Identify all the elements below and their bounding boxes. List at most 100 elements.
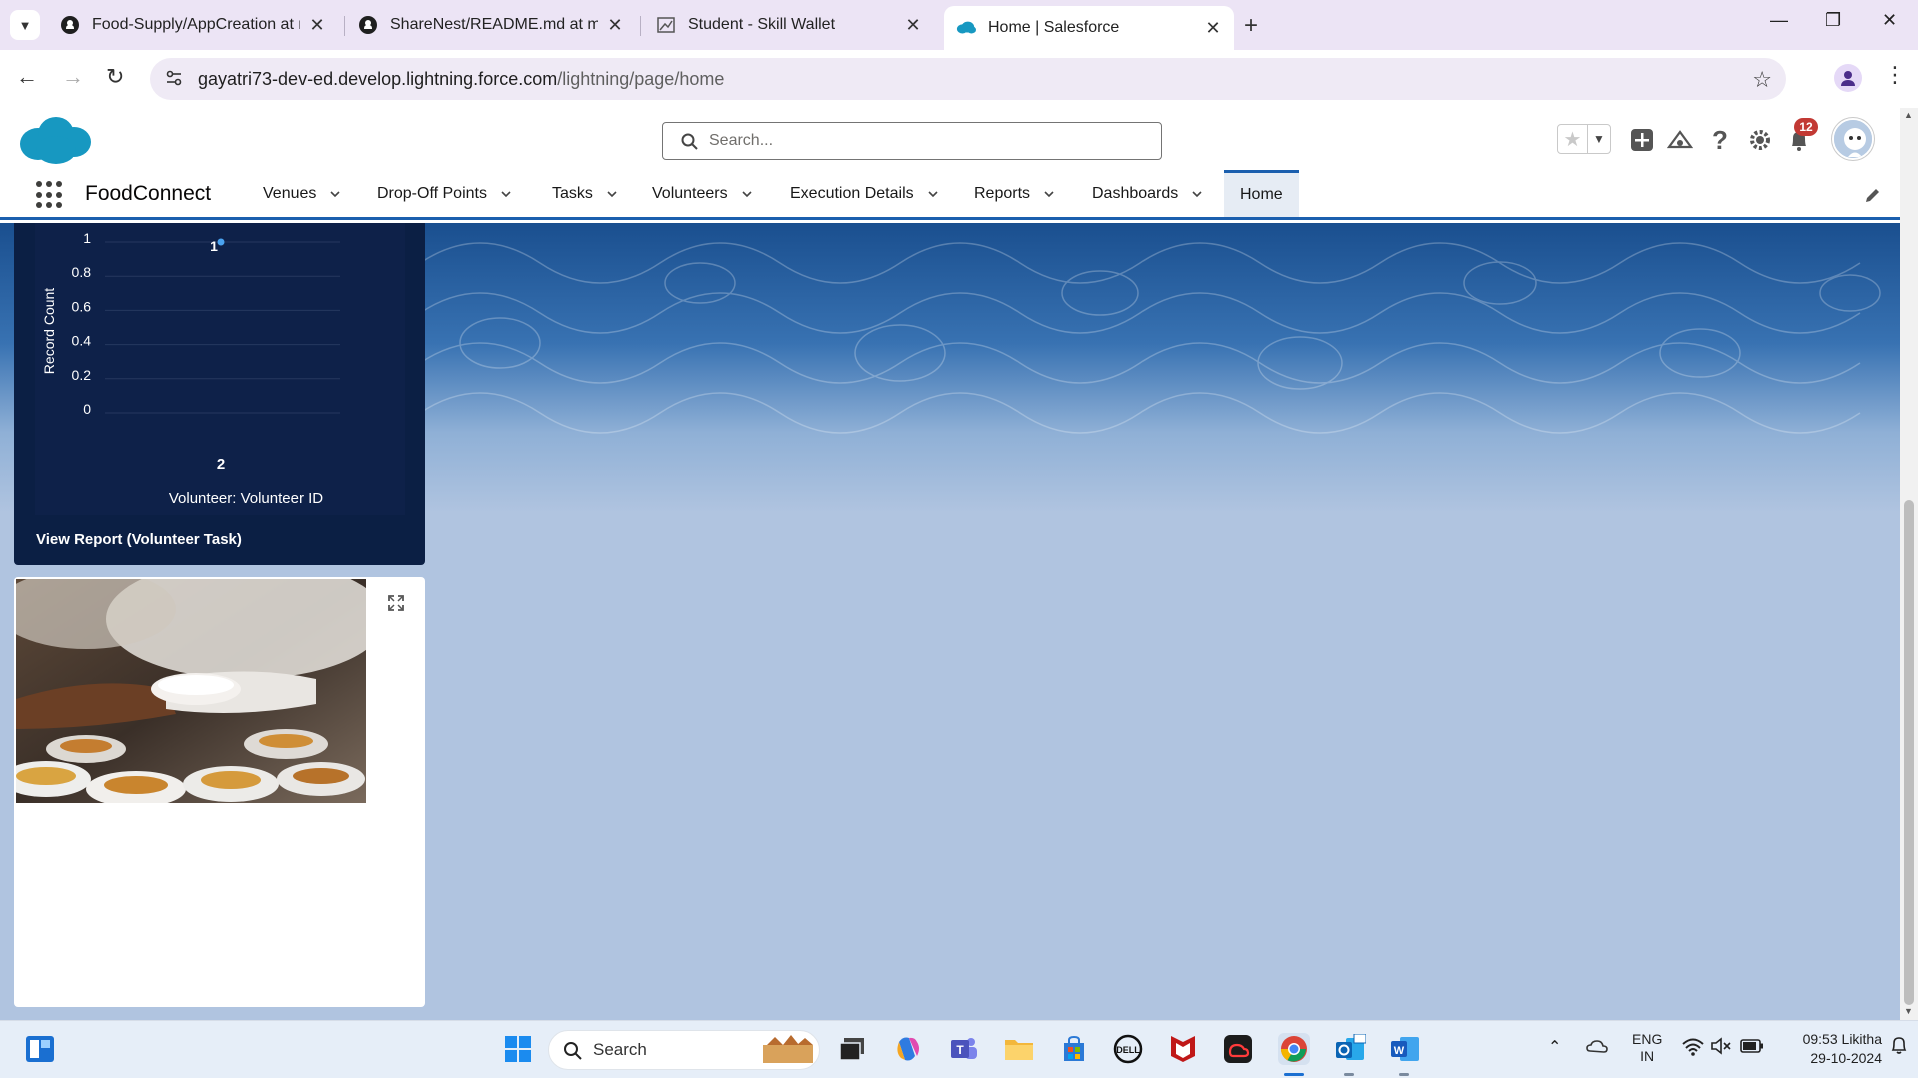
setup-gear-icon[interactable] [1746, 126, 1774, 154]
nav-item-execution-details[interactable]: Execution Details [790, 170, 938, 217]
close-tab-icon[interactable]: ✕ [308, 15, 326, 36]
browser-menu-icon[interactable]: ⋮ [1884, 62, 1906, 88]
teams-icon[interactable]: T [948, 1033, 980, 1065]
svg-text:W: W [1394, 1045, 1405, 1057]
file-explorer-icon[interactable] [1003, 1033, 1035, 1065]
nav-item-home[interactable]: Home [1224, 170, 1299, 217]
show-hidden-icons-chevron-up-icon[interactable]: ⌃ [1548, 1037, 1561, 1057]
dell-icon[interactable]: DELL [1112, 1033, 1144, 1065]
chevron-down-icon[interactable] [501, 189, 511, 199]
bookmark-star-icon[interactable]: ☆ [1752, 67, 1772, 93]
global-search-input[interactable]: Search... [662, 122, 1162, 160]
page-scrollbar[interactable]: ▲ ▼ [1900, 108, 1918, 1020]
taskbar-search-box[interactable]: Search [548, 1030, 820, 1070]
task-view-icon[interactable] [836, 1033, 868, 1065]
app-launcher-icon[interactable] [36, 181, 64, 209]
home-page-content: Record Count Volunteer: Volunteer ID 1 0.… [0, 223, 1900, 1020]
browser-tab-4-active[interactable]: Home | Salesforce ✕ [944, 6, 1234, 50]
widgets-icon[interactable] [24, 1033, 56, 1065]
reload-button[interactable]: ↻ [106, 64, 124, 90]
global-actions-add-icon[interactable] [1628, 126, 1656, 154]
scroll-up-arrow-icon[interactable]: ▲ [1904, 110, 1913, 120]
favorites-button[interactable]: ★ ▼ [1557, 124, 1611, 154]
browser-tab-2[interactable]: ShareNest/README.md at main ✕ [346, 6, 636, 44]
nav-item-label: Execution Details [790, 184, 914, 202]
copilot-icon[interactable] [892, 1033, 924, 1065]
browser-tab-1[interactable]: Food-Supply/AppCreation at m ✕ [48, 6, 338, 44]
nav-item-drop-off-points[interactable]: Drop-Off Points [377, 170, 511, 217]
favorite-star-icon[interactable]: ★ [1558, 125, 1588, 153]
close-tab-icon[interactable]: ✕ [904, 15, 922, 36]
browser-toolbar: ← → ↻ gayatri73-dev-ed.develop.lightning… [0, 50, 1918, 108]
edit-nav-pencil-icon[interactable] [1864, 186, 1882, 204]
y-tick-label: 0.8 [72, 264, 92, 280]
onedrive-sync-icon[interactable] [1586, 1037, 1608, 1060]
svg-text:T: T [956, 1043, 964, 1057]
close-tab-icon[interactable]: ✕ [1204, 18, 1222, 39]
salesforce-cloud-icon [956, 18, 976, 38]
chevron-down-icon[interactable] [330, 189, 340, 199]
scrollbar-thumb[interactable] [1904, 500, 1914, 1005]
tab-search-dropdown-button[interactable]: ▼ [10, 10, 40, 40]
back-button[interactable]: ← [16, 64, 38, 90]
user-avatar[interactable] [1832, 118, 1874, 160]
image-card [14, 577, 425, 1007]
creative-cloud-icon[interactable] [1222, 1033, 1254, 1065]
nav-item-reports[interactable]: Reports [974, 170, 1054, 217]
restore-window-button[interactable]: ❐ [1825, 10, 1841, 31]
notification-center-bell-icon[interactable] [1890, 1035, 1908, 1058]
microsoft-store-icon[interactable] [1058, 1033, 1090, 1065]
notification-count-badge: 12 [1794, 118, 1818, 136]
chevron-down-icon[interactable] [928, 189, 938, 199]
expand-icon[interactable] [388, 595, 404, 611]
y-tick-label: 1 [83, 230, 91, 246]
address-bar[interactable]: gayatri73-dev-ed.develop.lightning.force… [150, 58, 1786, 100]
chevron-down-icon[interactable] [607, 189, 617, 199]
profile-icon[interactable] [1834, 64, 1862, 92]
close-window-button[interactable]: ✕ [1882, 10, 1897, 31]
clock[interactable]: 09:53 Likitha 29-10-2024 [1778, 1030, 1882, 1068]
nav-item-label: Home [1240, 186, 1283, 203]
app-name: FoodConnect [85, 182, 212, 205]
trailhead-guidance-icon[interactable] [1666, 126, 1694, 154]
chevron-down-icon[interactable] [1044, 189, 1054, 199]
nav-item-dashboards[interactable]: Dashboards [1092, 170, 1202, 217]
data-point[interactable] [217, 238, 225, 246]
x-tick-label: 2 [217, 456, 225, 473]
chevron-down-icon[interactable] [1192, 189, 1202, 199]
report-chart[interactable]: Record Count Volunteer: Volunteer ID 1 0.… [35, 223, 405, 515]
chrome-icon[interactable] [1278, 1033, 1310, 1065]
volume-muted-icon[interactable] [1710, 1036, 1732, 1059]
y-tick-label: 0 [83, 401, 91, 417]
nav-item-label: Volunteers [652, 184, 728, 202]
outlook-icon[interactable] [1334, 1033, 1366, 1065]
nav-item-venues[interactable]: Venues [263, 170, 340, 217]
chrome-active-indicator [1284, 1073, 1304, 1076]
view-report-link[interactable]: View Report (Volunteer Task) [36, 531, 242, 548]
y-tick-label: 0.6 [72, 298, 92, 314]
salesforce-logo[interactable] [18, 114, 92, 166]
minimize-window-button[interactable]: — [1770, 10, 1788, 31]
mcafee-icon[interactable] [1167, 1033, 1199, 1065]
search-icon [681, 133, 698, 150]
scroll-down-arrow-icon[interactable]: ▼ [1904, 1006, 1913, 1016]
wifi-icon[interactable] [1682, 1037, 1704, 1060]
site-info-icon[interactable] [164, 68, 184, 88]
word-icon[interactable]: W [1389, 1033, 1421, 1065]
favorites-dropdown-icon[interactable]: ▼ [1588, 125, 1610, 153]
language-indicator[interactable]: ENG IN [1632, 1031, 1662, 1065]
windows-start-icon[interactable] [502, 1033, 534, 1065]
nav-item-label: Dashboards [1092, 184, 1179, 202]
new-tab-button[interactable]: + [1244, 12, 1258, 40]
battery-icon[interactable] [1740, 1037, 1764, 1058]
nav-item-volunteers[interactable]: Volunteers [652, 170, 752, 217]
chevron-down-icon[interactable] [742, 189, 752, 199]
tab-title: Student - Skill Wallet [688, 16, 836, 33]
forward-button[interactable]: → [62, 64, 84, 90]
svg-text:DELL: DELL [1116, 1045, 1140, 1055]
help-icon[interactable]: ? [1706, 125, 1734, 155]
signed-in-user: Likitha [1841, 1031, 1882, 1047]
browser-tab-3[interactable]: Student - Skill Wallet ✕ [644, 6, 934, 44]
close-tab-icon[interactable]: ✕ [606, 15, 624, 36]
nav-item-tasks[interactable]: Tasks [552, 170, 617, 217]
